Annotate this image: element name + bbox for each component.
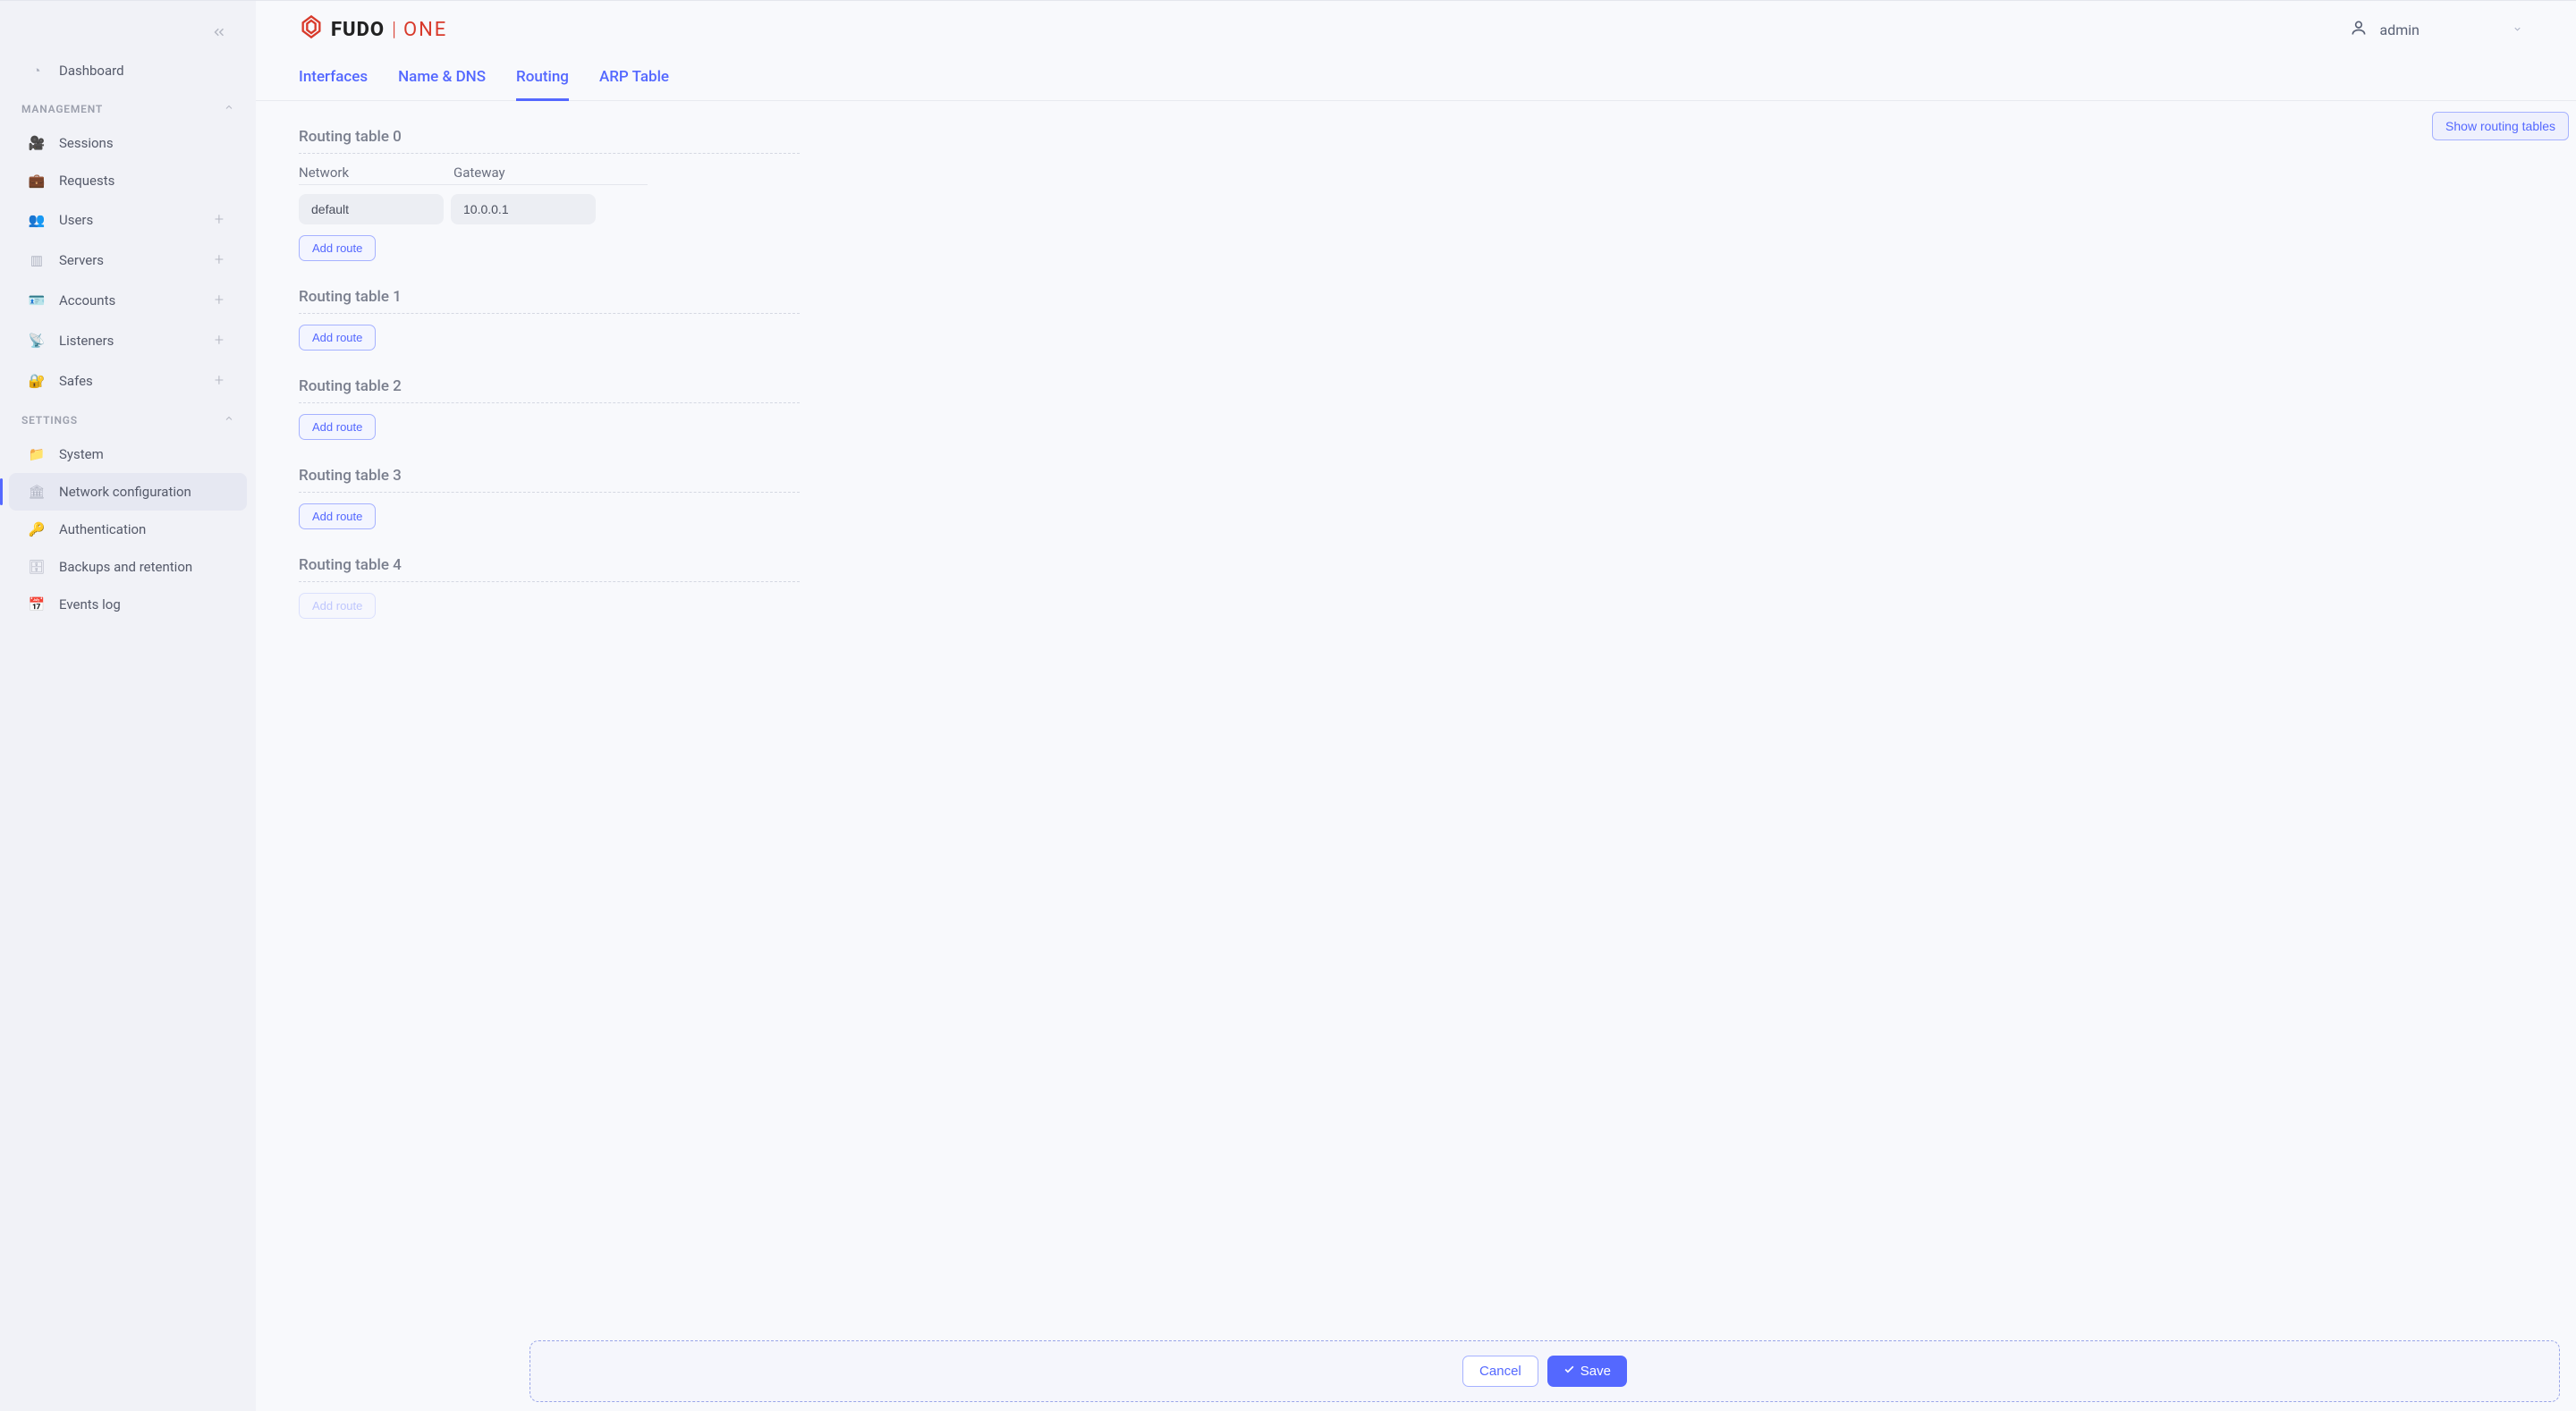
- users-icon: 👥: [27, 212, 47, 228]
- chevron-up-icon: [224, 413, 234, 427]
- backups-icon: 🗄: [27, 559, 47, 575]
- add-route-button[interactable]: Add route: [299, 235, 376, 261]
- calendar-icon: 📅: [27, 596, 47, 613]
- routing-table-3: Routing table 3 Add route: [299, 467, 800, 529]
- plus-icon[interactable]: +: [215, 210, 234, 229]
- servers-icon: ▥: [27, 252, 47, 268]
- plus-icon[interactable]: +: [215, 331, 234, 350]
- sidebar-item-label: Sessions: [59, 135, 234, 151]
- logo-mark-icon: [299, 14, 324, 46]
- sidebar-item-sessions[interactable]: 🎥 Sessions: [0, 124, 256, 162]
- routing-table-title: Routing table 2: [299, 377, 800, 403]
- route-column-headers: Network Gateway: [299, 154, 648, 185]
- routing-table-1: Routing table 1 Add route: [299, 288, 800, 351]
- topbar: FUDO | ONE admin: [256, 1, 2576, 46]
- user-menu[interactable]: admin: [2339, 13, 2533, 46]
- dashboard-icon: ◔: [27, 63, 47, 79]
- footer-actions: Cancel Save: [530, 1340, 2560, 1402]
- sidebar-item-system[interactable]: 📁 System: [0, 435, 256, 473]
- sidebar-item-label: System: [59, 446, 234, 462]
- sidebar-section-settings[interactable]: SETTINGS: [0, 401, 256, 435]
- sessions-icon: 🎥: [27, 135, 47, 151]
- sidebar-item-label: Backups and retention: [59, 559, 234, 575]
- accounts-icon: 🪪: [27, 292, 47, 308]
- section-title: SETTINGS: [21, 414, 78, 427]
- folder-icon: 📁: [27, 446, 47, 462]
- sidebar-item-label: Dashboard: [59, 63, 234, 79]
- cancel-button[interactable]: Cancel: [1462, 1356, 1538, 1387]
- sidebar-item-label: Listeners: [59, 333, 215, 349]
- tab-routing[interactable]: Routing: [516, 68, 569, 101]
- plus-icon[interactable]: +: [215, 291, 234, 309]
- sidebar-item-authentication[interactable]: 🔑 Authentication: [0, 511, 256, 548]
- plus-icon[interactable]: +: [215, 250, 234, 269]
- tabs: Interfaces Name & DNS Routing ARP Table: [256, 46, 2576, 101]
- logo-separator: |: [392, 19, 396, 41]
- route-network-input[interactable]: [299, 194, 444, 224]
- sidebar-item-listeners[interactable]: 📡 Listeners +: [0, 320, 256, 360]
- show-routing-tables-button[interactable]: Show routing tables: [2432, 112, 2569, 140]
- add-route-button[interactable]: Add route: [299, 503, 376, 529]
- routing-table-0: Routing table 0 Network Gateway Add rout…: [299, 128, 800, 261]
- routing-table-title: Routing table 0: [299, 128, 800, 154]
- safes-icon: 🔐: [27, 373, 47, 389]
- sidebar-item-label: Events log: [59, 596, 234, 613]
- routing-table-title: Routing table 4: [299, 556, 800, 582]
- user-name: admin: [2380, 21, 2419, 38]
- sidebar-item-label: Requests: [59, 173, 234, 189]
- sidebar-item-label: Accounts: [59, 292, 215, 308]
- sidebar-item-label: Network configuration: [59, 484, 225, 500]
- check-icon: [1563, 1364, 1575, 1379]
- main-panel: FUDO | ONE admin Interfaces Name & DNS R…: [256, 1, 2576, 1411]
- user-icon: [2350, 19, 2368, 41]
- routing-table-2: Routing table 2 Add route: [299, 377, 800, 440]
- add-route-button[interactable]: Add route: [299, 414, 376, 440]
- content-area: Show routing tables Routing table 0 Netw…: [256, 101, 2576, 1411]
- tab-arp-table[interactable]: ARP Table: [599, 68, 669, 101]
- sidebar: ◔ Dashboard MANAGEMENT 🎥 Sessions 💼 Requ…: [0, 1, 256, 1411]
- sidebar-item-safes[interactable]: 🔐 Safes +: [0, 360, 256, 401]
- chevron-down-icon: [2512, 24, 2522, 37]
- routing-table-4: Routing table 4 Add route: [299, 556, 800, 619]
- logo-subtext: ONE: [403, 19, 447, 41]
- route-row: [299, 185, 800, 224]
- sidebar-section-management[interactable]: MANAGEMENT: [0, 89, 256, 124]
- sidebar-item-accounts[interactable]: 🪪 Accounts +: [0, 280, 256, 320]
- save-button[interactable]: Save: [1547, 1356, 1627, 1387]
- tab-interfaces[interactable]: Interfaces: [299, 68, 368, 101]
- sidebar-item-requests[interactable]: 💼 Requests: [0, 162, 256, 199]
- sidebar-item-label: Authentication: [59, 521, 234, 537]
- sidebar-item-network-configuration[interactable]: 🏛 Network configuration: [9, 473, 247, 511]
- sidebar-item-label: Users: [59, 212, 215, 228]
- sidebar-collapse-icon[interactable]: [211, 24, 227, 45]
- sidebar-item-label: Servers: [59, 252, 215, 268]
- chevron-up-icon: [224, 102, 234, 115]
- column-header-gateway: Gateway: [453, 165, 601, 181]
- routing-table-title: Routing table 1: [299, 288, 800, 314]
- key-icon: 🔑: [27, 521, 47, 537]
- sidebar-item-servers[interactable]: ▥ Servers +: [0, 240, 256, 280]
- column-header-network: Network: [299, 165, 446, 181]
- plus-icon[interactable]: +: [215, 371, 234, 390]
- network-icon: 🏛: [27, 484, 47, 500]
- save-label: Save: [1580, 1364, 1611, 1379]
- route-gateway-input[interactable]: [451, 194, 596, 224]
- sidebar-item-label: Safes: [59, 373, 215, 389]
- sidebar-item-events-log[interactable]: 📅 Events log: [0, 586, 256, 623]
- add-route-button[interactable]: Add route: [299, 593, 376, 619]
- logo-text: FUDO: [331, 19, 385, 41]
- sidebar-item-backups-retention[interactable]: 🗄 Backups and retention: [0, 548, 256, 586]
- tab-name-dns[interactable]: Name & DNS: [398, 68, 486, 101]
- sidebar-item-users[interactable]: 👥 Users +: [0, 199, 256, 240]
- logo: FUDO | ONE: [299, 14, 447, 46]
- sidebar-item-dashboard[interactable]: ◔ Dashboard: [0, 52, 256, 89]
- section-title: MANAGEMENT: [21, 103, 103, 115]
- add-route-button[interactable]: Add route: [299, 325, 376, 351]
- requests-icon: 💼: [27, 173, 47, 189]
- routing-table-title: Routing table 3: [299, 467, 800, 493]
- sidebar-collapse-row: [0, 10, 256, 52]
- listeners-icon: 📡: [27, 333, 47, 349]
